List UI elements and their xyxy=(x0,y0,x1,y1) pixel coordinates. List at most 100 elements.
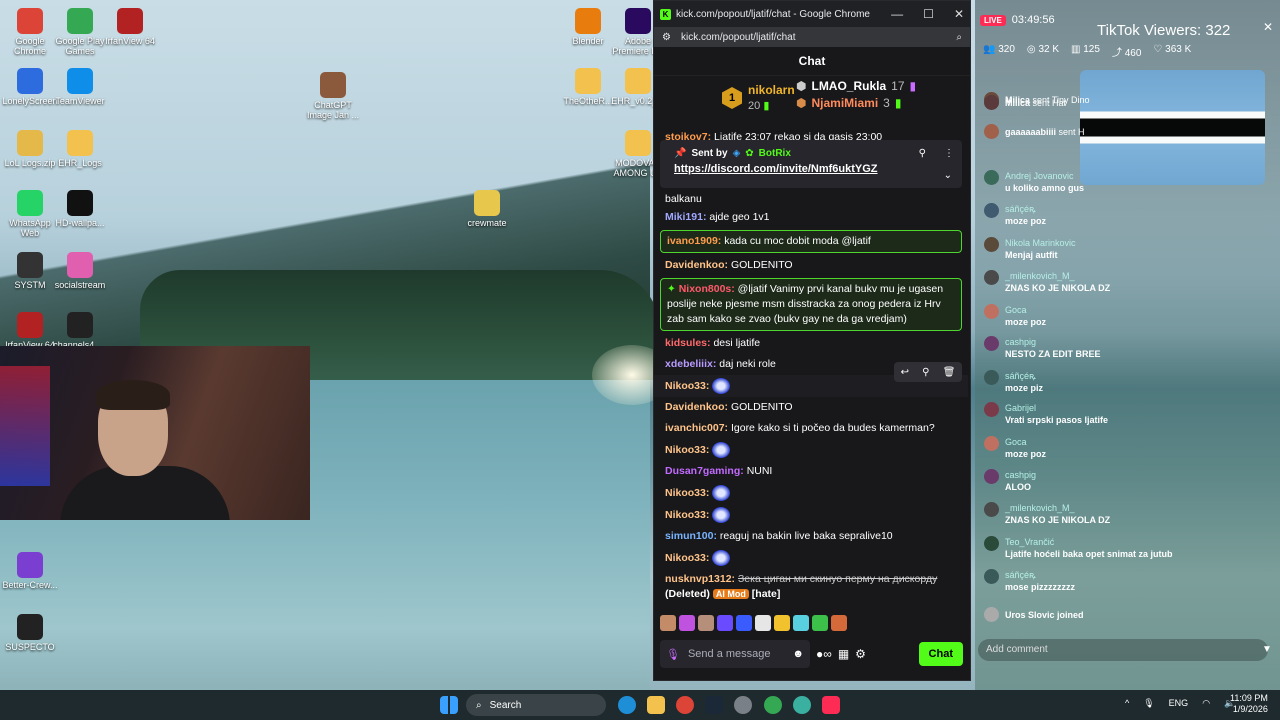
desktop-icon[interactable]: SUSPECTO xyxy=(0,614,60,652)
avatar[interactable] xyxy=(984,469,999,484)
chat-username[interactable]: Davidenkoo: xyxy=(665,401,728,413)
microphone-icon[interactable]: 🎙 xyxy=(666,648,680,661)
unpin-icon[interactable]: ⚲ xyxy=(919,148,926,159)
chat-message[interactable]: Nikoo33: xyxy=(654,482,968,504)
chat-username[interactable]: Nikoo33: xyxy=(665,552,709,564)
chat-username[interactable]: Davidenkoo: xyxy=(665,259,728,271)
tiktok-icon[interactable] xyxy=(822,696,840,714)
chat-username[interactable]: kidsules: xyxy=(665,337,711,349)
pin-message-icon[interactable]: ⚲ xyxy=(922,367,929,378)
windows-start-icon[interactable] xyxy=(440,696,458,714)
chat-message[interactable]: Dusan7gaming: NUNI xyxy=(654,461,968,482)
commenter-name[interactable]: _milenkovich_M_ xyxy=(1005,270,1110,282)
desktop-icon[interactable]: HD-wallpa... xyxy=(50,190,110,228)
avatar[interactable] xyxy=(984,370,999,385)
settings-gear-icon[interactable]: ⚙ xyxy=(855,647,866,661)
expand-chevron-icon[interactable]: ⌄ xyxy=(944,170,952,181)
chat-username[interactable]: xdebeliiix: xyxy=(665,358,716,370)
chat-message[interactable]: ivanchic007: Igore kako si ti počeo da b… xyxy=(654,418,968,439)
chat-message[interactable]: Davidenkoo: GOLDENITO xyxy=(654,255,968,276)
delete-icon[interactable]: 🗑 xyxy=(943,367,956,378)
avatar[interactable] xyxy=(984,502,999,517)
chat-message[interactable]: Davidenkoo: GOLDENITO xyxy=(654,397,968,418)
chat-message[interactable]: Nikoo33: xyxy=(654,504,968,526)
more-options-icon[interactable]: ⋮ xyxy=(944,148,954,159)
chat-username[interactable]: Nixon800s: xyxy=(679,283,735,295)
taskbar-clock[interactable]: 11:09 PM 1/9/2026 xyxy=(1230,693,1268,715)
avatar[interactable] xyxy=(984,436,999,451)
chat-message[interactable]: kidsules: desi ljatife xyxy=(654,333,968,354)
chrome-active-icon[interactable] xyxy=(764,696,782,714)
commenter-name[interactable]: sáñçéꝶ xyxy=(1005,203,1046,215)
reply-icon[interactable]: ↩ xyxy=(901,367,909,378)
maximize-button[interactable]: ☐ xyxy=(923,7,934,21)
desktop-icon[interactable]: EHR_Logs xyxy=(50,130,110,168)
zoom-icon[interactable]: ⌕ xyxy=(956,32,962,43)
desktop-icon[interactable]: socialstream xyxy=(50,252,110,290)
browser-icon[interactable] xyxy=(793,696,811,714)
chrome-icon[interactable] xyxy=(676,696,694,714)
chat-username[interactable]: ivano1909: xyxy=(667,235,721,247)
send-chat-button[interactable]: Chat xyxy=(918,642,963,666)
emote-icon[interactable] xyxy=(660,615,676,631)
chevron-up-icon[interactable]: ^ xyxy=(1125,698,1129,709)
emote-icon[interactable] xyxy=(755,615,771,631)
avatar[interactable] xyxy=(984,536,999,551)
edge-icon[interactable] xyxy=(618,696,636,714)
pinned-sender[interactable]: BotRix xyxy=(759,148,791,159)
close-button[interactable]: ✕ xyxy=(954,7,964,21)
commenter-name[interactable]: cashpig xyxy=(1005,469,1036,481)
chat-username[interactable]: Nikoo33: xyxy=(665,444,709,456)
emoji-icon[interactable]: ☻ xyxy=(792,648,804,660)
avatar[interactable] xyxy=(984,237,999,252)
add-comment-input[interactable]: Add comment xyxy=(978,639,1268,661)
taskbar-search[interactable]: ⌕ Search xyxy=(466,694,606,716)
pinned-link[interactable]: https://discord.com/invite/Nmf6uktYGZ xyxy=(660,161,962,177)
language-indicator[interactable]: ENG xyxy=(1169,698,1189,709)
commenter-name[interactable]: Nikola Marinkovic xyxy=(1005,237,1076,249)
chat-username[interactable]: Nikoo33: xyxy=(665,380,709,392)
avatar[interactable] xyxy=(984,124,999,139)
desktop-icon[interactable]: Better-Crew... xyxy=(0,552,60,590)
microphone-tray-icon[interactable]: 🎙 xyxy=(1143,698,1154,709)
emote-icon[interactable] xyxy=(793,615,809,631)
emote-icon[interactable] xyxy=(698,615,714,631)
avatar[interactable] xyxy=(984,336,999,351)
desktop-icon[interactable]: TeamViewer xyxy=(50,68,110,106)
emote-icon[interactable] xyxy=(774,615,790,631)
chat-message[interactable]: Miki191: ajde geo 1v1 xyxy=(654,207,968,228)
desktop-icon[interactable]: channels4_... xyxy=(50,312,110,350)
steam-icon[interactable] xyxy=(705,696,723,714)
minimize-button[interactable]: — xyxy=(891,7,903,21)
emote-icon[interactable] xyxy=(736,615,752,631)
emote-icon[interactable] xyxy=(679,615,695,631)
avatar[interactable] xyxy=(984,402,999,417)
address-bar[interactable]: ⚙ kick.com/popout/ljatif/chat ⌕ xyxy=(654,27,970,47)
commenter-name[interactable]: Andrej Jovanovic xyxy=(1005,170,1084,182)
avatar[interactable] xyxy=(984,270,999,285)
commenter-name[interactable]: Goca xyxy=(1005,304,1046,316)
desktop-icon[interactable]: crewmate xyxy=(457,190,517,228)
desktop-icon[interactable]: ChatGPT Image Jan ... xyxy=(303,72,363,120)
close-overlay-icon[interactable]: ✕ xyxy=(1263,20,1273,34)
commenter-name[interactable]: gaaaaaabiiii xyxy=(1005,127,1056,137)
chat-username[interactable]: nusknvp1312: xyxy=(665,573,735,585)
emote-icon[interactable] xyxy=(812,615,828,631)
site-info-icon[interactable]: ⚙ xyxy=(662,32,671,43)
wifi-icon[interactable]: ◠ xyxy=(1202,698,1210,709)
avatar[interactable] xyxy=(984,607,999,622)
commenter-name[interactable]: Teo_Vrančić xyxy=(1005,536,1173,548)
leader-third-name[interactable]: NjamiMiami xyxy=(811,96,878,110)
emote-icon[interactable] xyxy=(831,615,847,631)
kicks-icon[interactable]: ●∞ xyxy=(816,647,832,661)
chat-username[interactable]: Nikoo33: xyxy=(665,509,709,521)
commenter-name[interactable]: Milica xyxy=(1005,98,1030,108)
chat-username[interactable]: Nikoo33: xyxy=(665,487,709,499)
chat-username[interactable]: Dusan7gaming: xyxy=(665,465,744,477)
settings-icon[interactable] xyxy=(734,696,752,714)
avatar[interactable] xyxy=(984,569,999,584)
chat-message[interactable]: Nikoo33: xyxy=(654,439,968,461)
chat-message[interactable]: simun100: reaguj na bakin live baka sepr… xyxy=(654,526,968,547)
avatar[interactable] xyxy=(984,95,999,110)
avatar[interactable] xyxy=(984,203,999,218)
